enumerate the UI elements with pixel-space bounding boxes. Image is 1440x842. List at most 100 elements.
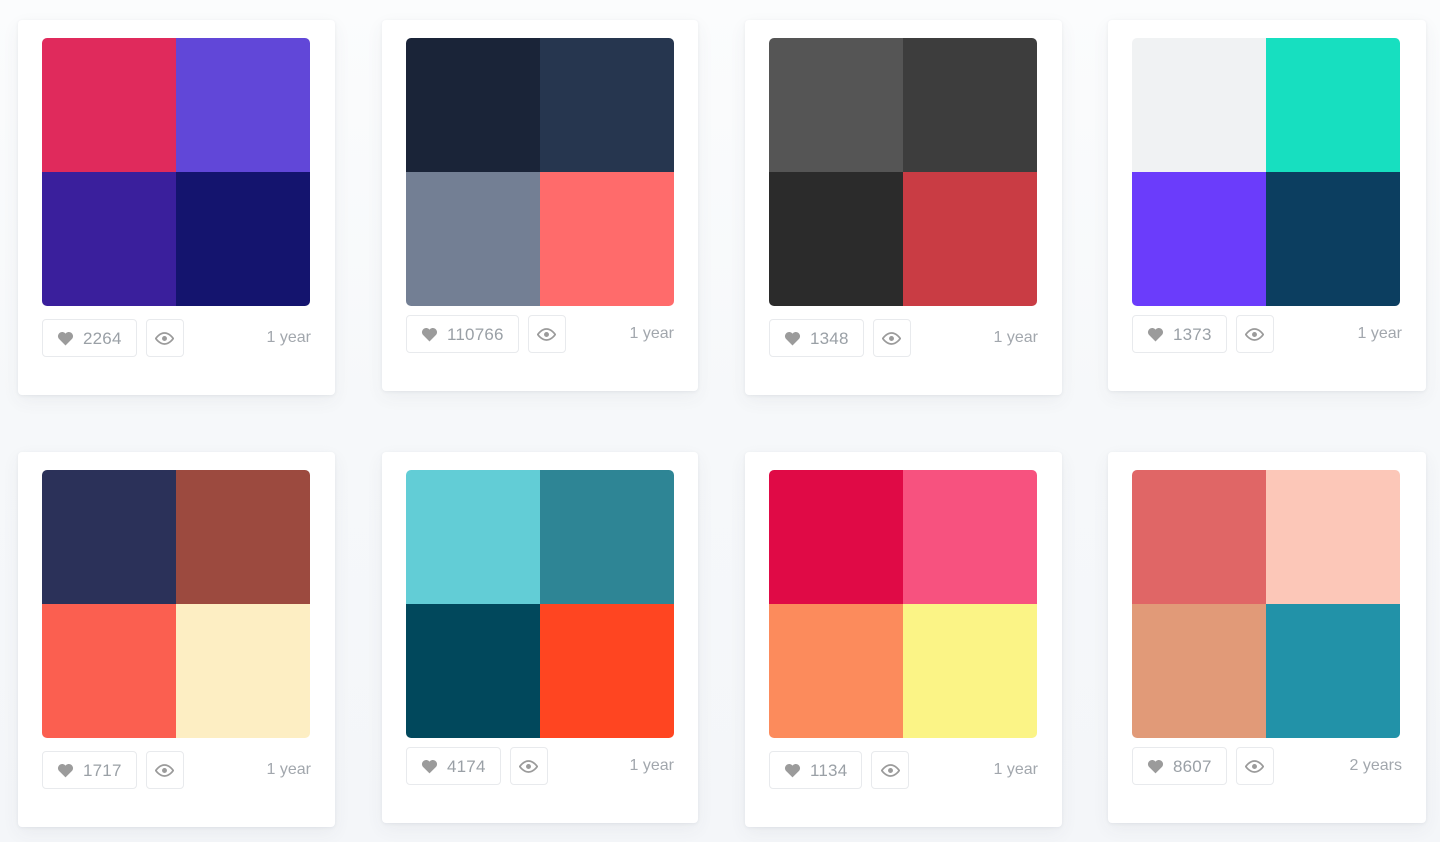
swatch-1[interactable]	[540, 470, 674, 604]
eye-icon	[519, 759, 539, 773]
swatch-3[interactable]	[176, 172, 310, 306]
age-label: 1 year	[993, 329, 1038, 346]
eye-icon	[155, 331, 175, 345]
swatch-0[interactable]	[1132, 38, 1266, 172]
eye-icon	[880, 763, 900, 777]
card-footer: 1717 1 year	[42, 737, 311, 827]
palette-card[interactable]: 1348 1 year	[745, 20, 1062, 395]
palette-swatches[interactable]	[406, 38, 674, 306]
palette-grid: 2264 1 year 110766 1 year 1348 1 year 13…	[0, 0, 1440, 842]
card-footer: 8607 2 years	[1132, 733, 1402, 823]
age-label: 1 year	[266, 329, 311, 346]
view-button[interactable]	[872, 319, 911, 357]
view-button[interactable]	[1235, 747, 1274, 785]
swatch-0[interactable]	[42, 470, 176, 604]
swatch-1[interactable]	[903, 470, 1037, 604]
heart-icon	[1147, 326, 1164, 342]
eye-icon	[1245, 759, 1265, 773]
palette-swatches[interactable]	[1132, 470, 1400, 738]
palette-card[interactable]: 1134 1 year	[745, 452, 1062, 827]
like-button[interactable]: 4174	[406, 747, 501, 785]
swatch-1[interactable]	[903, 38, 1037, 172]
card-footer: 4174 1 year	[406, 733, 674, 823]
swatch-2[interactable]	[1132, 604, 1266, 738]
swatch-0[interactable]	[769, 38, 903, 172]
card-footer: 1134 1 year	[769, 737, 1038, 827]
age-label: 1 year	[629, 325, 674, 342]
swatch-0[interactable]	[42, 38, 176, 172]
swatch-0[interactable]	[769, 470, 903, 604]
heart-icon	[421, 758, 438, 774]
palette-card[interactable]: 1717 1 year	[18, 452, 335, 827]
like-count: 2264	[83, 328, 122, 348]
palette-swatches[interactable]	[42, 38, 310, 306]
age-label: 1 year	[993, 761, 1038, 778]
swatch-2[interactable]	[769, 604, 903, 738]
like-count: 110766	[447, 324, 504, 344]
like-count: 1373	[1173, 324, 1212, 344]
heart-icon	[57, 762, 74, 778]
view-button[interactable]	[527, 315, 566, 353]
swatch-1[interactable]	[176, 470, 310, 604]
swatch-3[interactable]	[903, 604, 1037, 738]
age-label: 2 years	[1349, 757, 1402, 774]
palette-swatches[interactable]	[42, 470, 310, 738]
view-button[interactable]	[1235, 315, 1274, 353]
swatch-1[interactable]	[1266, 470, 1400, 604]
swatch-2[interactable]	[42, 172, 176, 306]
like-button[interactable]: 8607	[1132, 747, 1227, 785]
eye-icon	[537, 327, 557, 341]
swatch-1[interactable]	[176, 38, 310, 172]
swatch-1[interactable]	[540, 38, 674, 172]
swatch-3[interactable]	[176, 604, 310, 738]
like-button[interactable]: 1134	[769, 751, 863, 789]
palette-card[interactable]: 1373 1 year	[1108, 20, 1426, 391]
swatch-0[interactable]	[1132, 470, 1266, 604]
view-button[interactable]	[509, 747, 548, 785]
palette-card[interactable]: 110766 1 year	[382, 20, 698, 391]
palette-card[interactable]: 2264 1 year	[18, 20, 335, 395]
palette-swatches[interactable]	[769, 38, 1037, 306]
eye-icon	[155, 763, 175, 777]
like-count: 4174	[447, 756, 486, 776]
view-button[interactable]	[145, 319, 184, 357]
swatch-1[interactable]	[1266, 38, 1400, 172]
like-button[interactable]: 1717	[42, 751, 137, 789]
swatch-2[interactable]	[406, 172, 540, 306]
swatch-3[interactable]	[1266, 604, 1400, 738]
swatch-3[interactable]	[540, 172, 674, 306]
palette-card[interactable]: 4174 1 year	[382, 452, 698, 823]
like-count: 1134	[810, 760, 848, 780]
like-count: 1348	[810, 328, 849, 348]
like-button[interactable]: 110766	[406, 315, 519, 353]
swatch-2[interactable]	[1132, 172, 1266, 306]
palette-swatches[interactable]	[769, 470, 1037, 738]
like-button[interactable]: 1348	[769, 319, 864, 357]
swatch-2[interactable]	[406, 604, 540, 738]
palette-swatches[interactable]	[1132, 38, 1400, 306]
card-footer: 110766 1 year	[406, 301, 674, 391]
heart-icon	[421, 326, 438, 342]
card-footer: 2264 1 year	[42, 305, 311, 395]
view-button[interactable]	[145, 751, 184, 789]
swatch-3[interactable]	[1266, 172, 1400, 306]
swatch-2[interactable]	[42, 604, 176, 738]
swatch-0[interactable]	[406, 38, 540, 172]
age-label: 1 year	[266, 761, 311, 778]
like-button[interactable]: 1373	[1132, 315, 1227, 353]
like-count: 1717	[83, 760, 122, 780]
heart-icon	[784, 330, 801, 346]
card-footer: 1373 1 year	[1132, 301, 1402, 391]
swatch-3[interactable]	[903, 172, 1037, 306]
heart-icon	[57, 330, 74, 346]
heart-icon	[784, 762, 801, 778]
like-button[interactable]: 2264	[42, 319, 137, 357]
palette-card[interactable]: 8607 2 years	[1108, 452, 1426, 823]
card-footer: 1348 1 year	[769, 305, 1038, 395]
palette-swatches[interactable]	[406, 470, 674, 738]
swatch-0[interactable]	[406, 470, 540, 604]
view-button[interactable]	[871, 751, 910, 789]
swatch-3[interactable]	[540, 604, 674, 738]
swatch-2[interactable]	[769, 172, 903, 306]
eye-icon	[1245, 327, 1265, 341]
